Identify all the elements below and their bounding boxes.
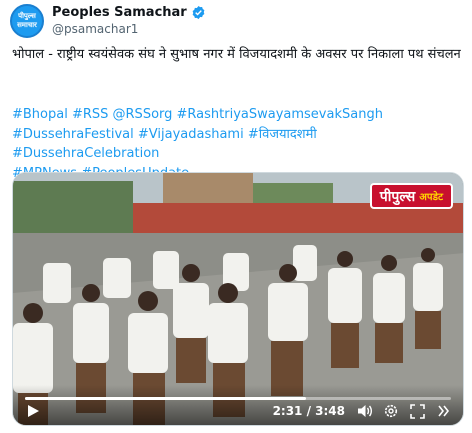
progress-fill — [25, 397, 307, 400]
tweet-text: भोपाल - राष्ट्रीय स्वयंसेवक संघ ने सुभाष… — [12, 47, 461, 62]
hashtags-line-2[interactable]: #DussehraFestival #Vijayadashami #विजयाद… — [12, 125, 467, 164]
avatar-line2: समाचार — [17, 21, 37, 29]
fullscreen-button[interactable] — [409, 403, 425, 419]
hashtags-line-1[interactable]: #Bhopal #RSS @RSSorg #RashtriyaSwayamsev… — [12, 105, 467, 125]
video-controls: 2:31 / 3:48 — [13, 385, 463, 425]
display-name[interactable]: Peoples Samachar — [52, 5, 187, 20]
account-avatar[interactable]: पीपुल्स समाचार — [10, 4, 44, 38]
mute-button[interactable] — [357, 403, 373, 419]
channel-tag: अपडेट — [419, 192, 443, 203]
play-icon — [28, 405, 39, 417]
verified-badge-icon — [192, 5, 205, 20]
avatar-line1: पीपुल्स — [18, 12, 36, 20]
video-time: 2:31 / 3:48 — [272, 404, 345, 418]
fullscreen-icon — [409, 403, 425, 419]
play-button[interactable] — [25, 403, 41, 419]
progress-bar[interactable] — [25, 397, 451, 400]
more-options-button[interactable] — [435, 403, 451, 419]
speaker-icon — [358, 405, 372, 417]
account-name-row: Peoples Samachar — [52, 5, 206, 20]
settings-button[interactable] — [383, 403, 399, 419]
more-icon — [438, 405, 450, 417]
channel-brand: पीपुल्स — [379, 188, 416, 205]
video-player[interactable]: पीपुल्स अपडेट 2:31 / 3:48 — [12, 172, 464, 426]
channel-logo: पीपुल्स अपडेट — [369, 183, 453, 209]
settings-icon — [384, 404, 398, 418]
account-handle[interactable]: @psamachar1 — [52, 22, 138, 36]
